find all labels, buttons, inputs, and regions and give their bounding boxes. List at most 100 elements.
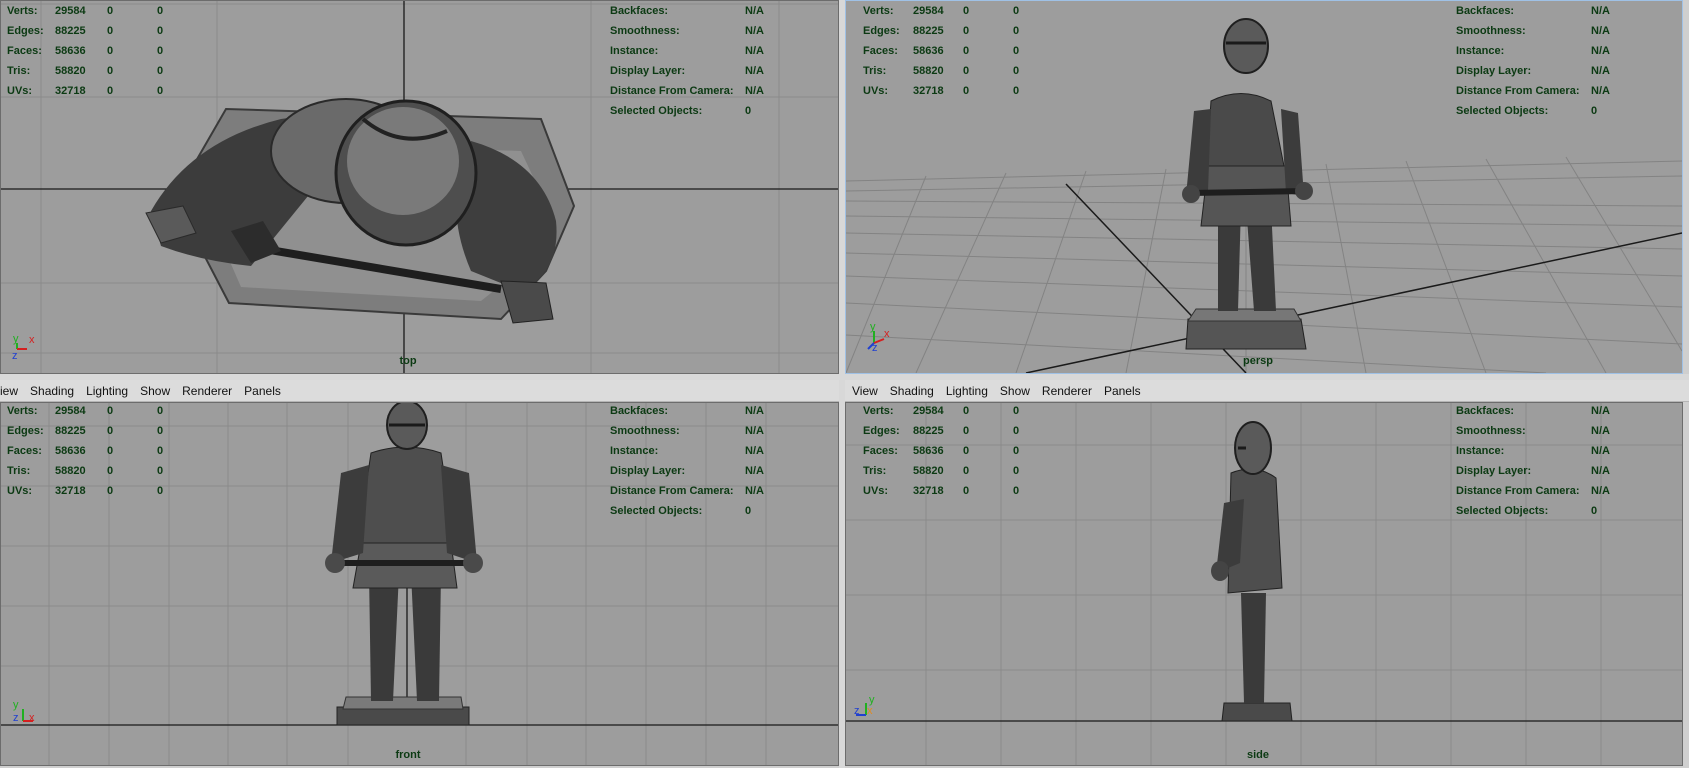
menu-lighting[interactable]: Lighting <box>80 384 134 398</box>
hud-value-faces: 58636 <box>55 445 86 457</box>
hud-value-faces-component: 0 <box>1013 445 1020 457</box>
hud-value-uvs: 32718 <box>55 485 86 497</box>
hud-value-uvs-component: 0 <box>1013 85 1020 97</box>
viewport-side[interactable]: Verts: 29584 0 0 Edges: 88225 0 0 Faces: 58636 0… <box>845 402 1683 766</box>
hud-value-distance: N/A <box>1591 485 1610 497</box>
menu-renderer[interactable]: Renderer <box>176 384 238 398</box>
hud-value-smoothness: N/A <box>745 425 764 437</box>
hud-row-selected-objects: Selected Objects: 0 <box>610 501 764 521</box>
hud-value-faces: 58636 <box>913 445 944 457</box>
hud-row-instance: Instance: N/A <box>1456 41 1610 61</box>
hud-value-tris: 58820 <box>55 65 86 77</box>
hud-row-distance: Distance From Camera: N/A <box>610 481 764 501</box>
axis-label-y: y <box>13 333 19 345</box>
hud-value-display-layer: N/A <box>1591 465 1610 477</box>
hud-value-edges: 88225 <box>55 425 86 437</box>
hud-value-distance: N/A <box>745 85 764 97</box>
axis-gizmo-side: y z x <box>854 694 875 717</box>
hud-value-verts-component: 0 <box>157 405 164 417</box>
hud-value-uvs-selected: 0 <box>963 485 970 497</box>
hud-label-selected-objects: Selected Objects: <box>610 505 703 517</box>
hud-value-edges-component: 0 <box>157 425 164 437</box>
menu-show[interactable]: Show <box>994 384 1036 398</box>
hud-value-verts-component: 0 <box>1013 5 1020 17</box>
hud-value-display-layer: N/A <box>1591 65 1610 77</box>
hud-value-uvs: 32718 <box>913 85 944 97</box>
axis-label-y: y <box>870 321 876 333</box>
hud-value-backfaces: N/A <box>1591 405 1610 417</box>
hud-row-display-layer: Display Layer: N/A <box>610 61 764 81</box>
hud-label-distance: Distance From Camera: <box>1456 85 1580 97</box>
viewport-top[interactable]: Verts: 29584 0 0 Edges: 88225 0 0 Faces: 58636 0… <box>0 0 839 374</box>
hud-value-edges-selected: 0 <box>963 425 970 437</box>
hud-label-smoothness: Smoothness: <box>610 425 680 437</box>
axis-gizmo-front: y x z <box>13 699 35 724</box>
hud-label-backfaces: Backfaces: <box>1456 5 1515 17</box>
menu-shading[interactable]: Shading <box>884 384 940 398</box>
hud-label-selected-objects: Selected Objects: <box>1456 505 1549 517</box>
hud-value-tris-component: 0 <box>157 465 164 477</box>
hud-row-backfaces: Backfaces: N/A <box>610 403 764 421</box>
hud-label-selected-objects: Selected Objects: <box>610 105 703 117</box>
hud-label-instance: Instance: <box>610 445 659 457</box>
hud-value-uvs-selected: 0 <box>107 85 114 97</box>
hud-value-backfaces: N/A <box>745 405 764 417</box>
menu-panels[interactable]: Panels <box>1098 384 1147 398</box>
hud-value-instance: N/A <box>745 45 764 57</box>
hud-value-tris-selected: 0 <box>963 465 970 477</box>
hud-value-faces-component: 0 <box>157 45 164 57</box>
hud-row-instance: Instance: N/A <box>610 441 764 461</box>
menu-view[interactable]: iew <box>0 384 24 398</box>
menu-shading[interactable]: Shading <box>24 384 80 398</box>
hud-value-uvs-component: 0 <box>157 485 164 497</box>
hud-label-smoothness: Smoothness: <box>1456 25 1526 37</box>
hud-value-uvs-selected: 0 <box>963 85 970 97</box>
hud-object-details-top: Backfaces: N/A Smoothness: N/A Instance: N/… <box>610 1 764 121</box>
axis-label-z: z <box>872 342 878 354</box>
hud-row-smoothness: Smoothness: N/A <box>610 21 764 41</box>
viewport-persp[interactable]: Verts: 29584 0 0 Edges: 88225 0 0 Faces: 58636 0… <box>845 0 1683 374</box>
menu-lighting[interactable]: Lighting <box>940 384 994 398</box>
hud-object-details-persp: Backfaces: N/A Smoothness: N/A Instance: N/… <box>1456 1 1610 121</box>
hud-label-smoothness: Smoothness: <box>1456 425 1526 437</box>
menu-renderer[interactable]: Renderer <box>1036 384 1098 398</box>
hud-label-backfaces: Backfaces: <box>610 5 669 17</box>
hud-value-instance: N/A <box>1591 445 1610 457</box>
hud-value-faces-selected: 0 <box>963 45 970 57</box>
hud-value-verts-selected: 0 <box>963 405 970 417</box>
hud-value-instance: N/A <box>745 445 764 457</box>
camera-label-side: side <box>1246 749 1270 761</box>
hud-value-tris-component: 0 <box>1013 465 1020 477</box>
axis-label-z: z <box>12 350 18 362</box>
axis-label-x: x <box>884 328 890 340</box>
camera-label-persp: persp <box>1243 355 1273 367</box>
hud-value-verts-component: 0 <box>157 5 164 17</box>
hud-row-display-layer: Display Layer: N/A <box>610 461 764 481</box>
hud-value-uvs-component: 0 <box>157 85 164 97</box>
menu-view[interactable]: View <box>845 384 884 398</box>
hud-label-instance: Instance: <box>610 45 659 57</box>
menu-panels[interactable]: Panels <box>238 384 287 398</box>
hud-value-faces-selected: 0 <box>963 445 970 457</box>
hud-value-verts: 29584 <box>913 5 944 17</box>
hud-value-tris: 58820 <box>913 465 944 477</box>
hud-value-selected-objects: 0 <box>1591 105 1598 117</box>
hud-value-tris-selected: 0 <box>963 65 970 77</box>
hud-row-distance: Distance From Camera: N/A <box>1456 481 1610 501</box>
hud-row-selected-objects: Selected Objects: 0 <box>1456 101 1610 121</box>
camera-label-front: front <box>395 749 421 761</box>
hud-row-selected-objects: Selected Objects: 0 <box>1456 501 1610 521</box>
axis-label-x: x <box>867 705 873 717</box>
hud-label-backfaces: Backfaces: <box>1456 405 1515 417</box>
hud-value-faces: 58636 <box>55 45 86 57</box>
hud-value-edges: 88225 <box>913 25 944 37</box>
panel-menubar-side: View Shading Lighting Show Renderer Pane… <box>845 380 1689 402</box>
hud-label-distance: Distance From Camera: <box>610 85 734 97</box>
menu-show[interactable]: Show <box>134 384 176 398</box>
hud-value-smoothness: N/A <box>745 25 764 37</box>
hud-row-smoothness: Smoothness: N/A <box>1456 21 1610 41</box>
hud-value-edges: 88225 <box>913 425 944 437</box>
viewport-front[interactable]: Verts: 29584 0 0 Edges: 88225 0 0 Faces: 58636 0… <box>0 402 839 766</box>
hud-label-display-layer: Display Layer: <box>1456 465 1532 477</box>
hud-value-display-layer: N/A <box>745 65 764 77</box>
